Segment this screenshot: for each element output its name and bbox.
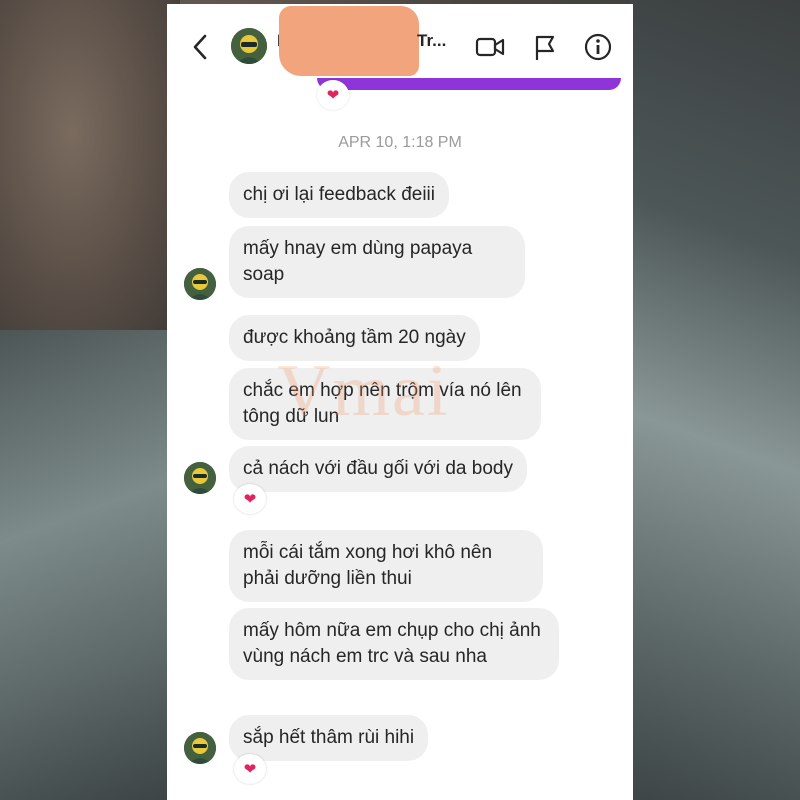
info-icon[interactable]: [583, 32, 613, 62]
chat-timestamp: APR 10, 1:18 PM: [338, 134, 462, 151]
video-call-icon[interactable]: [475, 34, 505, 60]
heart-reaction-icon[interactable]: ❤: [234, 484, 266, 514]
message-bubble[interactable]: được khoảng tầm 20 ngày: [229, 315, 480, 361]
heart-reaction-icon[interactable]: ❤: [317, 80, 349, 110]
message-bubble[interactable]: mấy hnay em dùng papaya soap: [229, 226, 525, 298]
message-bubble[interactable]: mấy hôm nữa em chụp cho chị ảnh vùng nác…: [229, 608, 559, 680]
phone-screen: Kh Tr... ❤ APR 10, 1:18 PM chị ơi lại fe…: [167, 4, 633, 800]
background-bedsheet-right: [630, 0, 800, 800]
message-bubble[interactable]: sắp hết thâm rùi hihi: [229, 715, 429, 761]
background-pillow: [0, 0, 180, 330]
message-bubble[interactable]: mỗi cái tắm xong hơi khô nên phải dưỡng …: [229, 530, 543, 602]
message-bubble[interactable]: cả nách với đầu gối với da body: [229, 446, 527, 492]
redaction-overlay: [279, 6, 419, 76]
message-bubble[interactable]: chắc em hợp nên trộm vía nó lên tông dữ …: [229, 368, 541, 440]
chat-header: Kh Tr...: [167, 4, 633, 84]
message-bubble[interactable]: chị ơi lại feedback đeiii: [229, 172, 450, 218]
previous-message-bubble: [317, 78, 621, 90]
sender-avatar[interactable]: [184, 732, 216, 764]
back-icon[interactable]: [189, 32, 213, 62]
heart-reaction-icon[interactable]: ❤: [234, 754, 266, 784]
contact-name-end[interactable]: Tr...: [417, 31, 446, 51]
sender-avatar[interactable]: [184, 462, 216, 494]
sender-avatar[interactable]: [184, 268, 216, 300]
background-bedsheet-left: [0, 330, 170, 800]
contact-avatar[interactable]: [231, 28, 267, 64]
flag-icon[interactable]: [533, 34, 557, 62]
